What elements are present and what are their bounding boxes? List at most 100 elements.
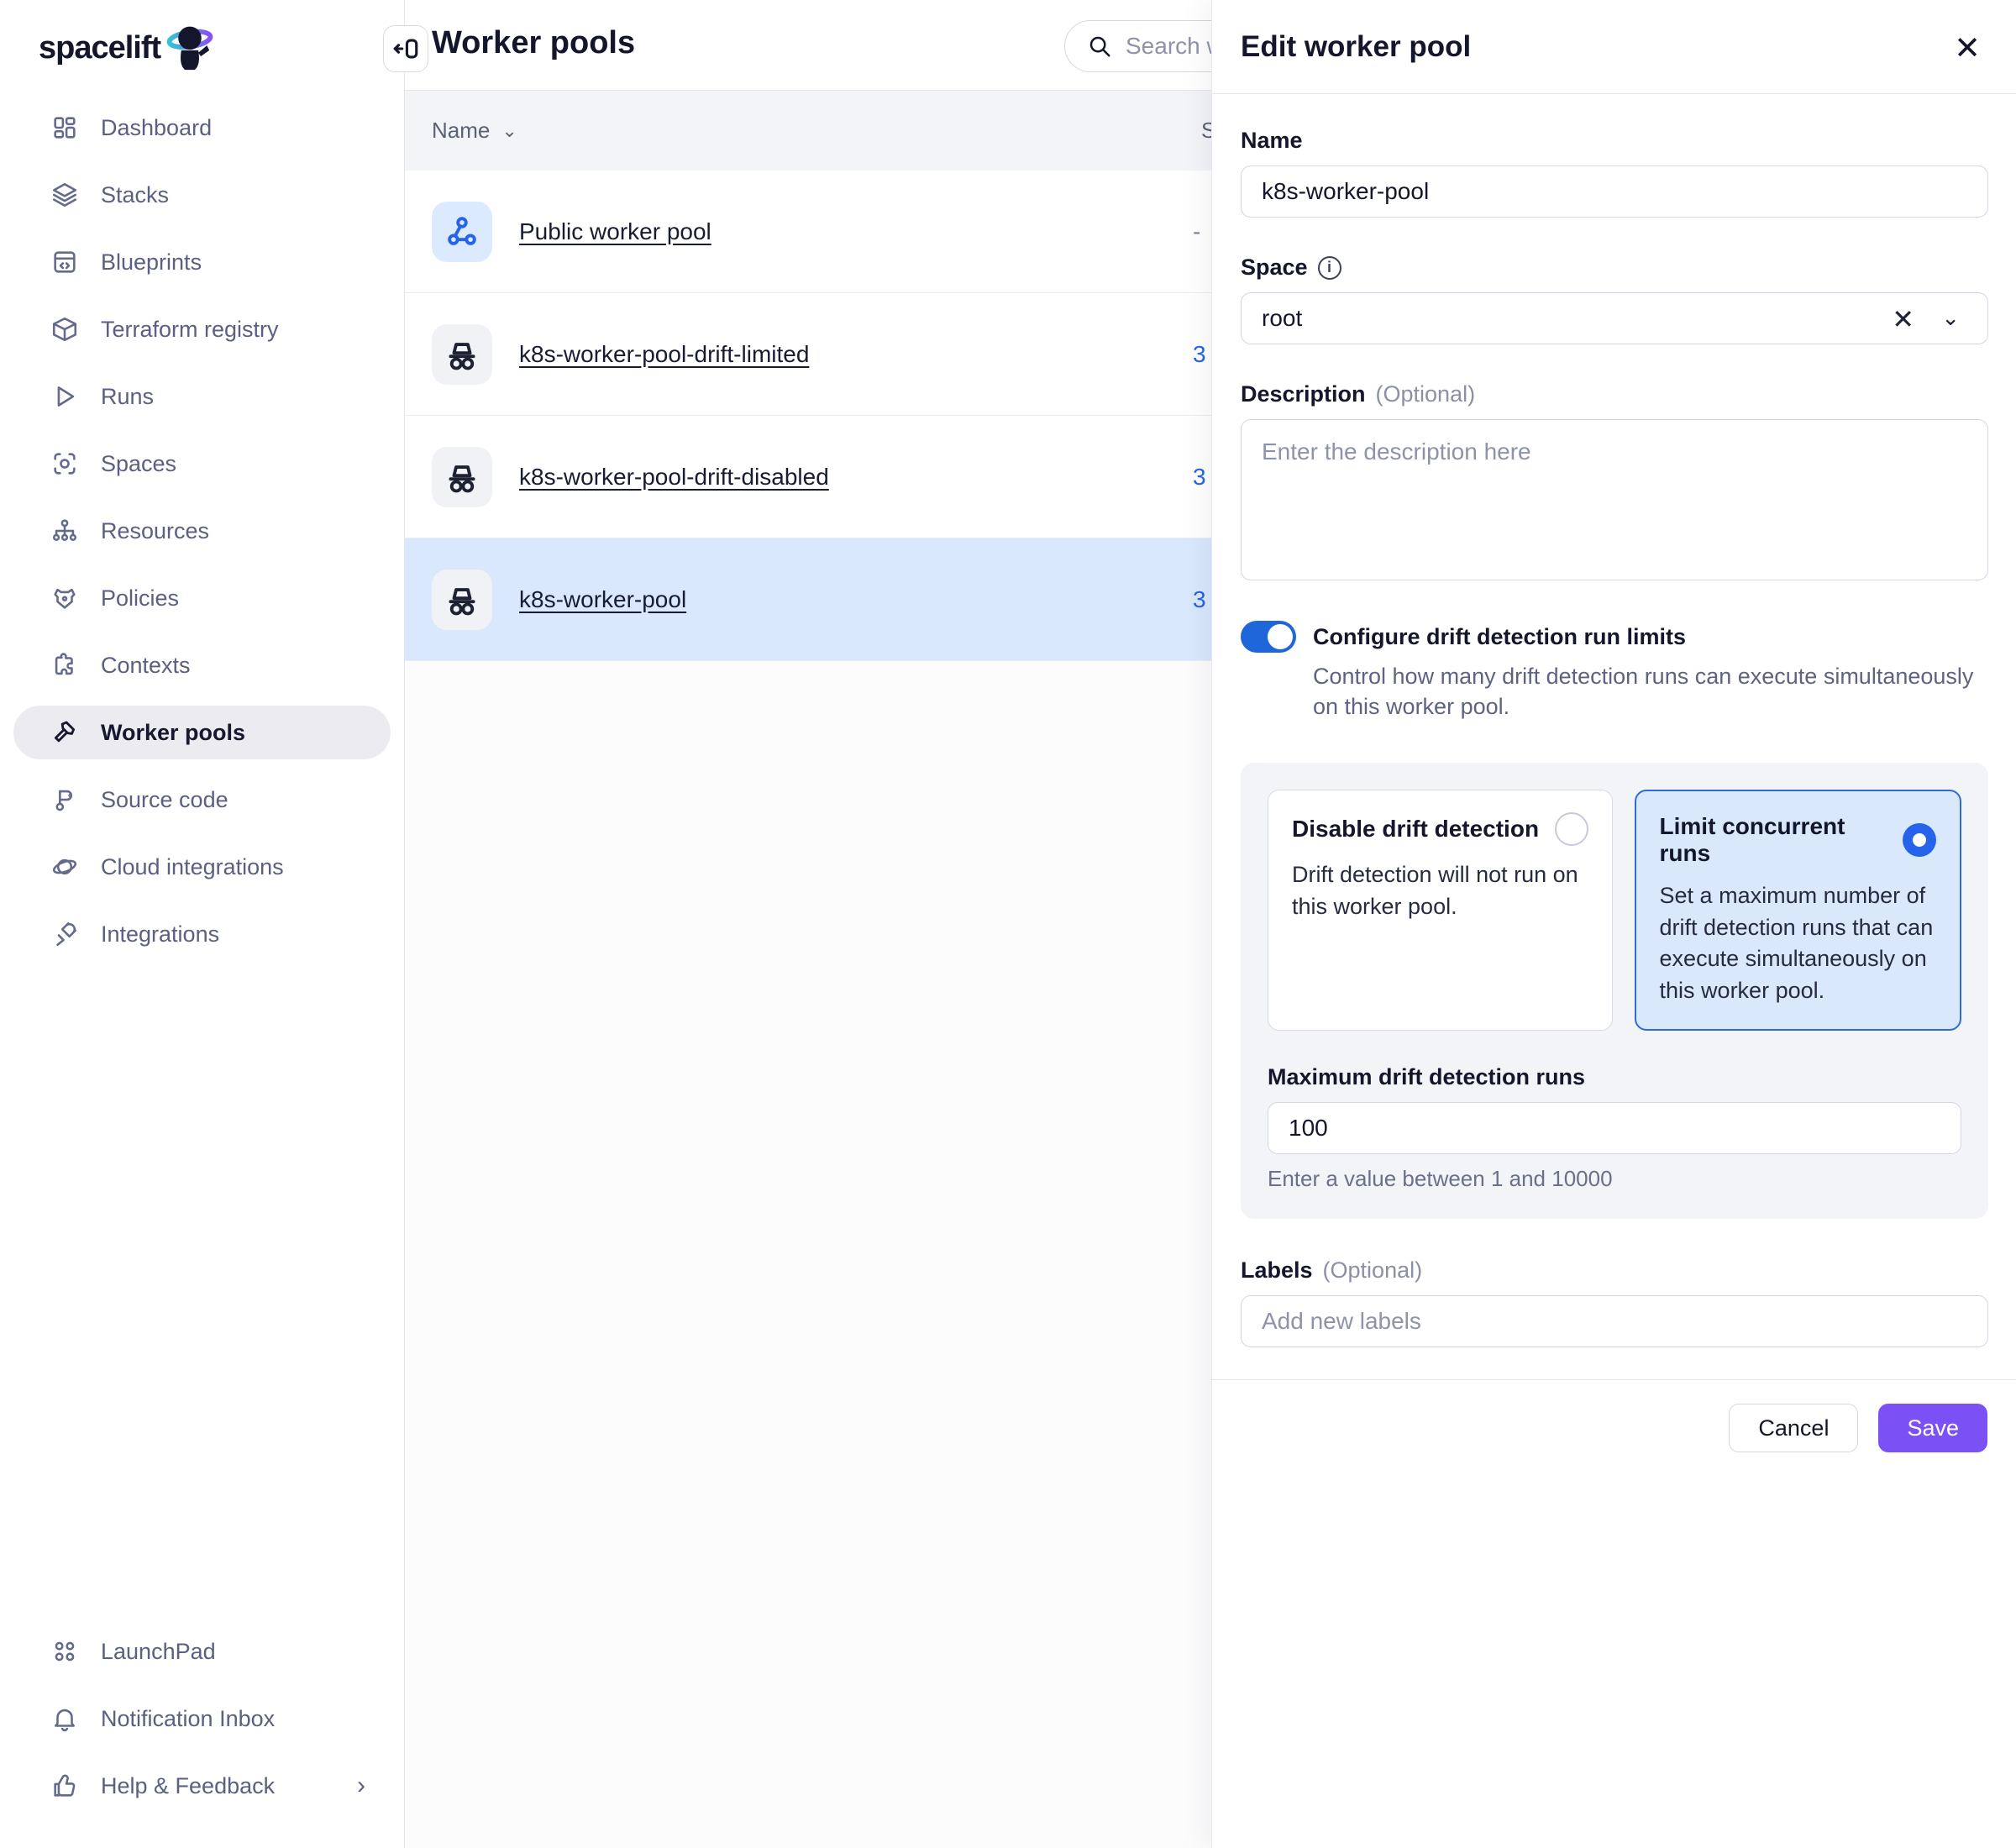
collapse-sidebar-icon	[391, 34, 420, 63]
contexts-icon	[50, 651, 79, 680]
worker-pool-link[interactable]: k8s-worker-pool	[519, 586, 686, 613]
sidebar-item-label: Spaces	[101, 451, 176, 477]
drift-option-cards: Disable drift detection Drift detection …	[1268, 790, 1961, 1031]
sidebar-item-cloud-integrations[interactable]: Cloud integrations	[13, 840, 391, 894]
sidebar-item-blueprints[interactable]: Blueprints	[13, 235, 391, 289]
page-title: Worker pools	[432, 25, 635, 61]
spacelift-logo[interactable]: spacelift	[0, 0, 404, 72]
sidebar-item-resources[interactable]: Resources	[13, 504, 391, 558]
sidebar-item-dashboard[interactable]: Dashboard	[13, 101, 391, 155]
sidebar-item-label: Resources	[101, 518, 209, 544]
sidebar-item-label: Integrations	[101, 921, 219, 948]
sidebar-item-label: Notification Inbox	[101, 1706, 275, 1732]
launchpad-icon	[50, 1637, 79, 1666]
spaces-icon	[50, 449, 79, 478]
worker-pool-link[interactable]: Public worker pool	[519, 218, 711, 245]
resources-icon	[50, 517, 79, 545]
sidebar-item-label: Dashboard	[101, 115, 212, 141]
sidebar-item-terraform-registry[interactable]: Terraform registry	[13, 302, 391, 356]
sidebar-item-label: Worker pools	[101, 720, 245, 746]
sidebar-item-notification-inbox[interactable]: Notification Inbox	[13, 1692, 391, 1746]
labels-field[interactable]	[1241, 1295, 1988, 1347]
row-space-value-partial: 3	[1193, 341, 1206, 368]
space-label: Space i	[1241, 255, 1987, 281]
sidebar-item-integrations[interactable]: Integrations	[13, 907, 391, 961]
card-description: Drift detection will not run on this wor…	[1292, 859, 1588, 923]
worker-pool-link[interactable]: k8s-worker-pool-drift-limited	[519, 341, 809, 368]
sidebar-item-policies[interactable]: Policies	[13, 571, 391, 625]
max-drift-runs-field[interactable]	[1268, 1102, 1961, 1154]
integrations-icon	[50, 920, 79, 948]
sidebar-item-label: Blueprints	[101, 249, 202, 276]
sidebar-item-label: Source code	[101, 787, 228, 813]
space-select[interactable]: ✕ ⌄	[1241, 292, 1988, 344]
sort-chevron-icon[interactable]: ⌄	[501, 120, 517, 142]
spacelift-logo-text: spacelift	[39, 30, 160, 66]
bell-icon	[50, 1704, 79, 1733]
chevron-right-icon: ›	[357, 1772, 365, 1800]
worker-pools-icon	[50, 718, 79, 747]
limit-concurrent-runs-card[interactable]: Limit concurrent runs Set a maximum numb…	[1635, 790, 1961, 1031]
cancel-button[interactable]: Cancel	[1729, 1404, 1858, 1452]
sidebar-nav: Dashboard Stacks Blueprints Terraform re…	[0, 101, 404, 961]
sidebar-item-label: Cloud integrations	[101, 854, 284, 880]
sidebar-item-runs[interactable]: Runs	[13, 370, 391, 423]
chevron-down-icon[interactable]: ⌄	[1941, 305, 1960, 331]
sidebar-item-label: Help & Feedback	[101, 1773, 275, 1799]
worker-pool-link[interactable]: k8s-worker-pool-drift-disabled	[519, 464, 829, 491]
sidebar: spacelift Dashboard Sta	[0, 0, 405, 1848]
drift-limits-toggle[interactable]	[1241, 621, 1296, 653]
disable-drift-detection-card[interactable]: Disable drift detection Drift detection …	[1268, 790, 1613, 1031]
card-description: Set a maximum number of drift detection …	[1660, 880, 1936, 1007]
space-select-value[interactable]	[1241, 292, 1988, 344]
max-drift-runs-hint: Enter a value between 1 and 10000	[1268, 1166, 1961, 1192]
sidebar-item-launchpad[interactable]: LaunchPad	[13, 1625, 391, 1678]
name-label: Name	[1241, 128, 1987, 154]
panel-title: Edit worker pool	[1241, 30, 1471, 64]
cloud-integrations-icon	[50, 853, 79, 881]
spacelift-app: spacelift Dashboard Sta	[0, 0, 2016, 1848]
sidebar-item-label: Contexts	[101, 653, 191, 679]
private-worker-pool-icon	[432, 447, 492, 507]
info-icon[interactable]: i	[1318, 256, 1341, 280]
clear-selection-icon[interactable]: ✕	[1892, 303, 1914, 335]
sidebar-item-stacks[interactable]: Stacks	[13, 168, 391, 222]
panel-footer: Cancel Save	[1212, 1379, 2016, 1452]
column-header-name[interactable]: Name	[432, 118, 490, 144]
name-field[interactable]	[1241, 165, 1988, 218]
drift-settings-box: Disable drift detection Drift detection …	[1241, 763, 1988, 1219]
sidebar-item-contexts[interactable]: Contexts	[13, 638, 391, 692]
sidebar-item-source-code[interactable]: Source code	[13, 773, 391, 827]
sidebar-item-help-feedback[interactable]: Help & Feedback ›	[13, 1759, 391, 1813]
description-label: Description (Optional)	[1241, 381, 1987, 407]
toggle-knob	[1268, 624, 1293, 649]
panel-header: Edit worker pool ✕	[1212, 0, 2016, 94]
sidebar-collapse-button[interactable]	[383, 25, 428, 72]
description-field[interactable]	[1241, 419, 1988, 580]
sidebar-item-spaces[interactable]: Spaces	[13, 437, 391, 491]
card-title: Disable drift detection	[1292, 816, 1539, 843]
drift-toggle-row: Configure drift detection run limits	[1241, 619, 1987, 653]
sidebar-footer: LaunchPad Notification Inbox Help & Feed…	[0, 1611, 404, 1826]
search-icon	[1087, 34, 1112, 59]
panel-body: Name Space i ✕ ⌄ Description (Optional) …	[1212, 94, 2016, 1347]
radio-checked-icon[interactable]	[1903, 823, 1936, 857]
max-drift-runs-label: Maximum drift detection runs	[1268, 1064, 1961, 1090]
blueprints-icon	[50, 248, 79, 276]
policies-icon	[50, 584, 79, 612]
stacks-icon	[50, 181, 79, 209]
save-button[interactable]: Save	[1878, 1404, 1987, 1452]
sidebar-item-worker-pools[interactable]: Worker pools	[13, 706, 391, 759]
sidebar-item-label: Stacks	[101, 182, 169, 208]
dashboard-icon	[50, 113, 79, 142]
drift-toggle-label: Configure drift detection run limits	[1313, 619, 1686, 650]
private-worker-pool-icon	[432, 324, 492, 385]
public-worker-pool-icon	[432, 202, 492, 262]
sidebar-item-label: LaunchPad	[101, 1639, 216, 1665]
radio-unchecked-icon[interactable]	[1555, 812, 1588, 846]
close-icon[interactable]: ✕	[1949, 30, 1986, 67]
drift-toggle-description: Control how many drift detection runs ca…	[1313, 661, 1985, 722]
edit-worker-pool-panel: Edit worker pool ✕ Name Space i ✕ ⌄ Desc…	[1211, 0, 2016, 1848]
private-worker-pool-icon	[432, 570, 492, 630]
terraform-registry-icon	[50, 315, 79, 344]
